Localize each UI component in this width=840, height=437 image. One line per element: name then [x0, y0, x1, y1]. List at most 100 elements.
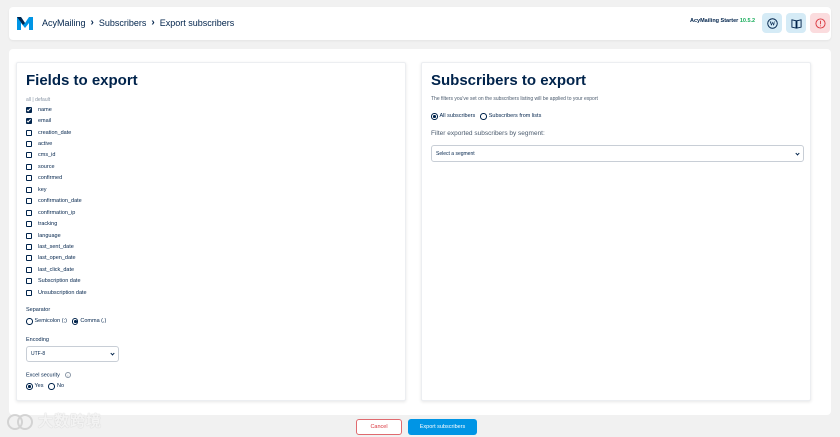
fields-list: name email creation_dateactive cms_idsource…: [26, 104, 87, 298]
field-row[interactable]: creation_date: [26, 127, 87, 138]
field-label: key: [38, 186, 47, 193]
field-label: source: [38, 163, 55, 170]
separator-options: Semicolon (;) Comma (,): [26, 318, 111, 325]
subscribers-from-lists-option[interactable]: Subscribers from lists: [480, 113, 541, 120]
select-all-link[interactable]: all: [26, 97, 31, 103]
breadcrumb-export: Export subscribers: [159, 17, 235, 28]
subscribers-description: The filters you've set on the subscriber…: [431, 96, 598, 102]
field-checkbox[interactable]: [26, 186, 32, 193]
field-row[interactable]: Unsubscription date: [26, 287, 87, 298]
field-label: last_sent_date: [38, 243, 74, 250]
separator-label: Separator: [26, 307, 51, 313]
segment-label: Filter exported subscribers by segment:: [431, 130, 545, 137]
wordpress-icon: W: [766, 17, 778, 29]
field-checkbox[interactable]: [26, 255, 32, 262]
watermark-text: 大数跨境: [38, 413, 103, 430]
field-checkbox[interactable]: [26, 152, 32, 159]
field-row[interactable]: email: [26, 115, 87, 126]
documentation-button[interactable]: [786, 13, 806, 33]
wordpress-button[interactable]: W: [762, 13, 782, 33]
field-checkbox[interactable]: [26, 289, 32, 296]
field-checkbox[interactable]: [26, 198, 32, 205]
radio-yes[interactable]: [26, 383, 33, 390]
field-checkbox[interactable]: [26, 232, 32, 239]
version-number: 10.5.2: [739, 18, 756, 24]
excel-no-option[interactable]: No: [48, 383, 64, 390]
field-label: last_click_date: [38, 266, 75, 273]
alert-button[interactable]: [810, 13, 830, 33]
acymailing-logo-icon: [17, 17, 33, 30]
field-row[interactable]: source: [26, 161, 87, 172]
field-checkbox[interactable]: [26, 175, 32, 182]
radio-label: No: [56, 383, 65, 390]
segment-placeholder: Select a segment: [436, 150, 475, 157]
field-checkbox[interactable]: [26, 163, 32, 170]
excel-security-text: Excel security: [26, 372, 60, 379]
radio-subscribers-from-lists[interactable]: [480, 113, 487, 120]
field-row[interactable]: key: [26, 184, 87, 195]
encoding-select[interactable]: UTF-8: [26, 346, 119, 362]
field-label: Unsubscription date: [38, 289, 87, 296]
cancel-button[interactable]: Cancel: [356, 419, 402, 435]
subscriber-scope-options: All subscribers Subscribers from lists: [431, 113, 546, 120]
excel-options: Yes No: [26, 383, 69, 390]
field-row[interactable]: language: [26, 230, 87, 241]
encoding-label: Encoding: [26, 337, 49, 343]
chevron-down-icon: [795, 150, 800, 156]
radio-all-subscribers[interactable]: [431, 113, 438, 120]
field-row[interactable]: last_sent_date: [26, 241, 87, 252]
encoding-value: UTF-8: [31, 351, 46, 357]
field-label: email: [38, 118, 52, 125]
field-checkbox[interactable]: [26, 106, 32, 113]
all-subscribers-option[interactable]: All subscribers: [431, 113, 475, 120]
field-label: confirmation_date: [38, 198, 82, 205]
export-subscribers-button[interactable]: Export subscribers: [408, 419, 477, 435]
version-info: AcyMailing Starter 10.5.2: [690, 18, 755, 24]
breadcrumb: AcyMailing › Subscribers › Export subscr…: [42, 17, 234, 28]
separator-semicolon-option[interactable]: Semicolon (;): [26, 318, 67, 325]
field-row[interactable]: last_click_date: [26, 264, 87, 275]
field-checkbox[interactable]: [26, 266, 32, 273]
info-icon[interactable]: i: [64, 372, 71, 378]
watermark: 大数跨境: [6, 410, 102, 431]
field-label: cms_id: [38, 152, 56, 159]
field-checkbox[interactable]: [26, 278, 32, 285]
separator-comma-option[interactable]: Comma (,): [71, 318, 107, 325]
field-label: creation_date: [38, 129, 72, 136]
radio-no[interactable]: [48, 383, 55, 390]
field-checkbox[interactable]: [26, 243, 32, 250]
field-row[interactable]: last_open_date: [26, 253, 87, 264]
field-row[interactable]: Subscription date: [26, 276, 87, 287]
radio-label: Comma (,): [80, 318, 107, 325]
field-checkbox[interactable]: [26, 209, 32, 216]
field-row[interactable]: confirmation_date: [26, 196, 87, 207]
segment-select[interactable]: Select a segment: [431, 145, 804, 162]
breadcrumb-subscribers[interactable]: Subscribers: [99, 18, 147, 28]
radio-label: Semicolon (;): [34, 318, 67, 325]
field-row[interactable]: tracking: [26, 218, 87, 229]
field-label: name: [38, 106, 52, 113]
field-checkbox[interactable]: [26, 118, 32, 125]
chevron-right-icon: ›: [151, 17, 155, 28]
field-selectors: all | default: [26, 97, 50, 103]
breadcrumb-acymailing[interactable]: AcyMailing: [42, 18, 86, 28]
field-label: Subscription date: [38, 278, 81, 285]
radio-label: Subscribers from lists: [488, 113, 542, 120]
field-row[interactable]: name: [26, 104, 87, 115]
field-row[interactable]: confirmation_ip: [26, 207, 87, 218]
excel-yes-option[interactable]: Yes: [26, 383, 43, 390]
radio-label: All subscribers: [439, 113, 476, 120]
field-row[interactable]: confirmed: [26, 173, 87, 184]
subscribers-title: Subscribers to export: [431, 72, 587, 89]
select-default-link[interactable]: default: [35, 97, 50, 103]
field-label: confirmed: [38, 175, 63, 182]
field-label: last_open_date: [38, 255, 76, 262]
radio-comma[interactable]: [71, 318, 79, 325]
field-checkbox[interactable]: [26, 129, 32, 136]
field-row[interactable]: active: [26, 138, 87, 149]
radio-semicolon[interactable]: [26, 318, 33, 325]
field-checkbox[interactable]: [26, 221, 32, 228]
field-row[interactable]: cms_id: [26, 150, 87, 161]
subscribers-card: Subscribers to export The filters you've…: [421, 62, 811, 401]
field-checkbox[interactable]: [26, 141, 32, 148]
